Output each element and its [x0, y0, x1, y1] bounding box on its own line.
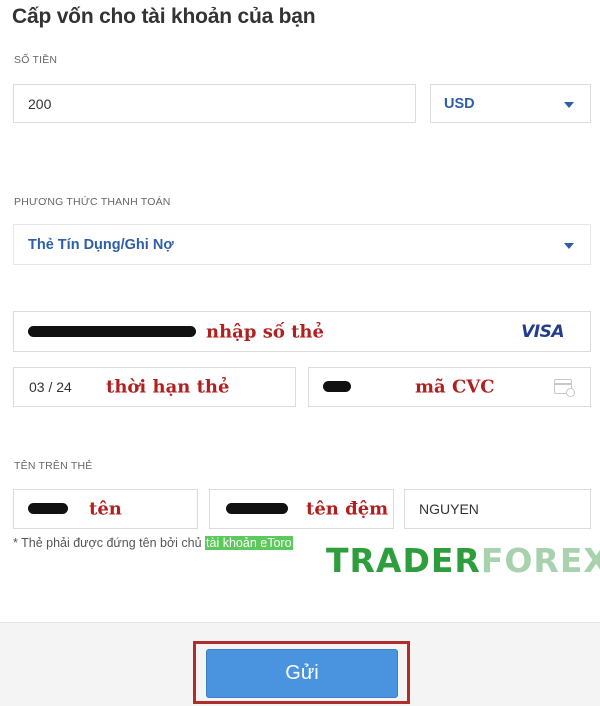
card-number-input[interactable]: nhập số thẻ VISA — [13, 311, 591, 352]
chevron-down-icon — [564, 101, 574, 108]
account-holder-note: * Thẻ phải được đứng tên bởi chủ tài kho… — [13, 536, 293, 550]
payment-method-label: PHƯƠNG THỨC THANH TOÁN — [14, 196, 171, 208]
name-on-card-label: TÊN TRÊN THẺ — [14, 460, 93, 472]
amount-label: SỐ TIỀN — [14, 54, 58, 66]
amount-input[interactable]: 200 — [13, 84, 416, 123]
cvc-annotation: mã CVC — [415, 376, 495, 398]
submit-button[interactable]: Gửi — [206, 649, 398, 698]
redacted-first-name — [28, 503, 68, 514]
payment-method-value: Thẻ Tín Dụng/Ghi Nợ — [28, 236, 174, 253]
chevron-down-icon — [564, 242, 574, 249]
visa-logo-icon: VISA — [521, 321, 564, 342]
expiry-value: 03 / 24 — [29, 379, 72, 395]
cvc-input[interactable]: mã CVC — [308, 367, 591, 407]
watermark-part2: FOREX — [480, 541, 600, 580]
expiry-annotation: thời hạn thẻ — [106, 376, 230, 398]
currency-select[interactable]: USD — [430, 84, 591, 123]
etoro-account-link[interactable]: tài khoản eToro — [205, 536, 293, 550]
page-title: Cấp vốn cho tài khoản của bạn — [12, 5, 316, 28]
expiry-input[interactable]: 03 / 24 thời hạn thẻ — [13, 367, 296, 407]
redacted-cvc — [323, 381, 351, 392]
watermark-part1: TRADER — [326, 541, 481, 580]
last-name-input[interactable]: NGUYEN — [404, 489, 591, 529]
currency-value: USD — [444, 95, 475, 112]
traderforex-watermark: TRADERFOREX — [326, 541, 600, 580]
middle-name-annotation: tên đệm — [306, 498, 389, 520]
redacted-middle-name — [226, 503, 288, 514]
card-cvc-icon — [554, 379, 575, 397]
card-number-annotation: nhập số thẻ — [206, 321, 324, 342]
footnote-text: * Thẻ phải được đứng tên bởi chủ — [13, 536, 206, 550]
redacted-card-number — [28, 325, 196, 337]
middle-name-input[interactable]: tên đệm — [209, 489, 394, 529]
payment-method-select[interactable]: Thẻ Tín Dụng/Ghi Nợ — [13, 224, 591, 265]
amount-value: 200 — [28, 95, 52, 112]
last-name-value: NGUYEN — [419, 501, 479, 517]
first-name-annotation: tên — [89, 498, 122, 520]
first-name-input[interactable]: tên — [13, 489, 198, 529]
